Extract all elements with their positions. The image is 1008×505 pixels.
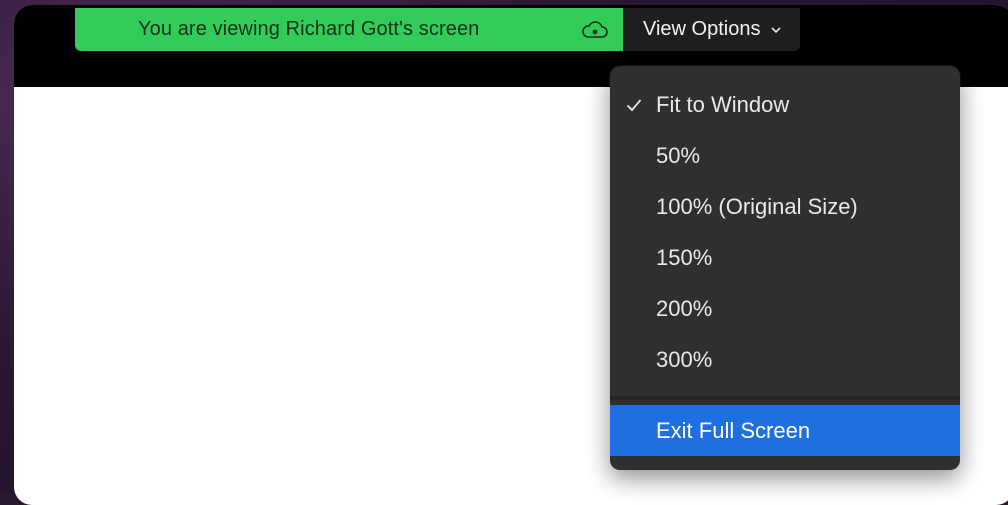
viewing-banner: You are viewing Richard Gott's screen: [75, 8, 623, 51]
menu-item-label: 100% (Original Size): [656, 193, 858, 219]
screen-share-banner: You are viewing Richard Gott's screen Vi…: [75, 8, 800, 51]
menu-item-label: 50%: [656, 142, 701, 168]
shared-screen-window: You are viewing Richard Gott's screen Vi…: [14, 5, 1008, 505]
menu-item-exit-full-screen[interactable]: Exit Full Screen: [610, 405, 960, 456]
cloud-icon[interactable]: [581, 20, 609, 40]
view-options-label: View Options: [643, 18, 761, 40]
menu-item-300-percent[interactable]: 300%: [610, 334, 960, 385]
menu-item-150-percent[interactable]: 150%: [610, 232, 960, 283]
menu-item-label: 150%: [656, 244, 713, 270]
menu-item-fit-to-window[interactable]: Fit to Window: [610, 79, 960, 130]
menu-item-label: 300%: [656, 346, 713, 372]
viewing-banner-text: You are viewing Richard Gott's screen: [138, 18, 480, 40]
view-options-button[interactable]: View Options: [623, 8, 800, 51]
chevron-down-icon: [771, 26, 782, 33]
menu-item-50-percent[interactable]: 50%: [610, 130, 960, 181]
checkmark-icon: [626, 98, 642, 111]
menu-item-100-percent[interactable]: 100% (Original Size): [610, 181, 960, 232]
menu-item-label: Fit to Window: [656, 91, 790, 117]
menu-item-label: 200%: [656, 295, 713, 321]
view-options-menu: Fit to Window 50% 100% (Original Size) 1…: [610, 66, 960, 470]
menu-separator: [610, 396, 960, 400]
menu-item-200-percent[interactable]: 200%: [610, 283, 960, 334]
menu-item-label: Exit Full Screen: [656, 417, 811, 443]
